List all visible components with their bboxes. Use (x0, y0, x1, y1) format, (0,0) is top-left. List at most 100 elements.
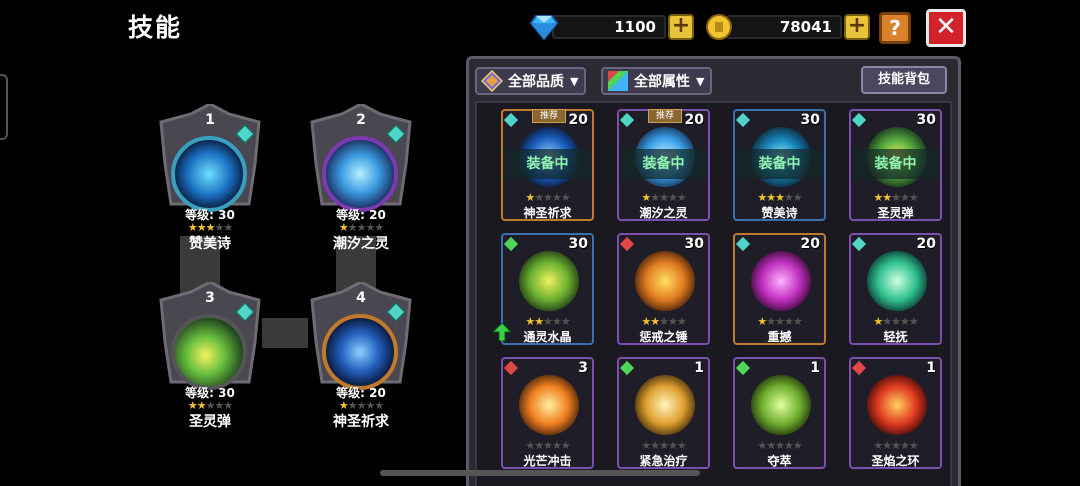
star-empty-icon: ★ (783, 439, 794, 452)
star-rating: ★★★★★ (619, 191, 708, 204)
skill-card[interactable]: 20 ★★★★★ 重撼 (733, 233, 826, 345)
skill-level: 30 (800, 112, 820, 128)
skill-name: 圣灵弹 (189, 414, 231, 430)
skill-card[interactable]: 1 ★★★★★ 圣焰之环 (849, 357, 942, 469)
star-empty-icon: ★ (775, 315, 785, 328)
star-rating: ★★★★★ (503, 439, 592, 452)
skill-card[interactable]: 30 ★★★★★ 通灵水晶 (493, 233, 594, 345)
rarity-gem-icon (235, 124, 255, 144)
skill-icon (171, 136, 247, 212)
equipped-slot-1[interactable]: 1 等级: 30 ★★★★★ 赞美诗 (145, 100, 275, 252)
equipped-slot-2[interactable]: 2 等级: 20 ★★★★★ 潮汐之灵 (296, 100, 426, 252)
star-empty-icon: ★ (551, 191, 562, 204)
skill-icon (519, 375, 579, 435)
upgrade-arrow-icon (493, 323, 511, 341)
gold-amount: 78041 (726, 15, 842, 39)
quality-filter-dropdown[interactable]: 全部品质 ▼ (475, 67, 587, 95)
skill-icon (867, 251, 927, 311)
skill-card[interactable]: 30 装备中 ★★★★★ 赞美诗 (733, 109, 826, 221)
skill-name: 神圣祈求 (333, 414, 389, 430)
side-pull-tab[interactable] (0, 74, 8, 140)
gold-counter: 78041 + (706, 12, 870, 42)
star-empty-icon: ★ (659, 315, 669, 328)
skill-level: 1 (810, 360, 820, 376)
help-button[interactable]: ? (879, 12, 911, 44)
star-rating: ★★★★★ (619, 315, 708, 328)
slot-number: 4 (356, 290, 366, 306)
star-filled-icon: ★ (650, 315, 660, 328)
star-empty-icon: ★ (757, 439, 767, 452)
equipped-slot-3[interactable]: 3 等级: 30 ★★★★★ 圣灵弹 (145, 278, 275, 430)
horizontal-scrollbar[interactable] (380, 470, 700, 476)
gem-amount: 1100 (552, 15, 666, 39)
skill-card[interactable]: 20 推荐 装备中 ★★★★★ 神圣祈求 (501, 109, 594, 221)
skill-name: 潮汐之灵 (639, 206, 688, 220)
rarity-gem-icon (386, 302, 406, 322)
star-empty-icon: ★ (543, 315, 553, 328)
skill-card[interactable]: 3 ★★★★★ 光芒冲击 (501, 357, 594, 469)
star-empty-icon: ★ (899, 191, 910, 204)
element-gem-icon (851, 360, 867, 376)
skill-name: 圣灵弹 (877, 206, 914, 220)
star-empty-icon: ★ (534, 439, 544, 452)
star-empty-icon: ★ (775, 439, 785, 452)
skill-level: 1 (694, 360, 704, 376)
attribute-filter-icon (608, 71, 628, 91)
equipped-label: 装备中 (505, 149, 590, 179)
equipped-label: 装备中 (621, 149, 706, 179)
skill-card[interactable]: 30 装备中 ★★★★★ 圣灵弹 (849, 109, 942, 221)
star-filled-icon: ★ (882, 191, 892, 204)
add-gems-button[interactable]: + (668, 14, 694, 40)
star-filled-icon: ★ (873, 191, 883, 204)
element-gem-icon (619, 112, 635, 128)
skill-card[interactable]: 20 ★★★★★ 轻抚 (849, 233, 942, 345)
star-empty-icon: ★ (667, 439, 678, 452)
equipped-slot-4[interactable]: 4 等级: 20 ★★★★★ 神圣祈求 (296, 278, 426, 430)
close-button[interactable]: ✕ (926, 9, 966, 47)
skill-level: 3 (578, 360, 588, 376)
skill-name: 惩戒之锤 (639, 330, 688, 344)
star-filled-icon: ★ (641, 315, 651, 328)
skill-card[interactable]: 1 ★★★★★ 夺萃 (733, 357, 826, 469)
skill-icon (322, 136, 398, 212)
star-empty-icon: ★ (667, 315, 678, 328)
attribute-filter-dropdown[interactable]: 全部属性 ▼ (601, 67, 713, 95)
skill-card[interactable]: 20 推荐 装备中 ★★★★★ 潮汐之灵 (617, 109, 710, 221)
skill-inventory-panel: 全部品质 ▼ 全部属性 ▼ 技能背包 20 推荐 装备中 ★★★★★ 神圣祈求 20 推荐装… (466, 56, 961, 486)
skill-icon (635, 375, 695, 435)
star-empty-icon: ★ (908, 315, 919, 328)
element-gem-icon (735, 360, 751, 376)
coin-icon (706, 14, 732, 40)
star-empty-icon: ★ (641, 439, 651, 452)
skill-icon (519, 251, 579, 311)
quality-filter-icon (481, 70, 503, 92)
star-empty-icon: ★ (551, 315, 562, 328)
star-rating: ★★★★★ (503, 315, 592, 328)
add-gold-button[interactable]: + (844, 14, 870, 40)
element-gem-icon (619, 236, 635, 252)
recommended-badge: 推荐 (532, 109, 566, 123)
skill-card[interactable]: 1 ★★★★★ 紧急治疗 (617, 357, 710, 469)
skill-bag-button[interactable]: 技能背包 (861, 66, 947, 94)
star-empty-icon: ★ (560, 315, 571, 328)
skill-name: 轻抚 (883, 330, 908, 344)
element-gem-icon (735, 236, 751, 252)
star-rating: ★★★★★ (851, 315, 940, 328)
rarity-gem-icon (235, 302, 255, 322)
star-empty-icon: ★ (899, 439, 910, 452)
star-empty-icon: ★ (659, 191, 669, 204)
star-rating: ★★★★★ (735, 439, 824, 452)
star-empty-icon: ★ (891, 315, 901, 328)
star-empty-icon: ★ (676, 315, 687, 328)
slot-number: 1 (205, 112, 215, 128)
star-filled-icon: ★ (525, 315, 535, 328)
star-rating: ★★★★★ (735, 315, 824, 328)
star-rating: ★★★★★ (503, 191, 592, 204)
skill-level: 20 (800, 236, 820, 252)
star-filled-icon: ★ (757, 191, 767, 204)
skill-card[interactable]: 30 ★★★★★ 惩戒之锤 (617, 233, 710, 345)
skill-icon (751, 251, 811, 311)
star-empty-icon: ★ (650, 439, 660, 452)
skill-name: 赞美诗 (189, 236, 231, 252)
star-rating: ★★★★★ (619, 439, 708, 452)
